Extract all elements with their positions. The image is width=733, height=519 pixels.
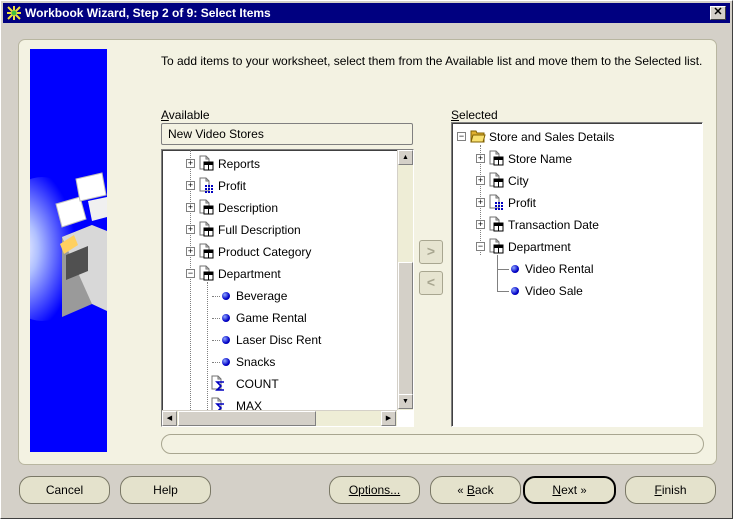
folder-table-icon — [488, 216, 504, 232]
scroll-left-icon[interactable]: ◀ — [162, 411, 177, 426]
tree-item-profit[interactable]: + Profit — [476, 194, 686, 212]
value-dot-icon — [511, 265, 519, 273]
folder-table-icon — [488, 238, 504, 254]
expand-icon[interactable]: + — [476, 176, 485, 185]
tree-item-transaction-date[interactable]: + Transaction Date — [476, 216, 686, 234]
remove-from-selected-button[interactable]: < — [419, 271, 443, 295]
tree-item-reports[interactable]: + Reports — [186, 155, 396, 173]
tree-item-beverage[interactable]: Beverage — [220, 287, 400, 305]
options-button[interactable]: Options... — [329, 476, 420, 504]
tree-connector — [212, 318, 220, 319]
folder-open-icon — [470, 128, 486, 144]
tree-item-product-category[interactable]: + Product Category — [186, 243, 396, 261]
window-title: Workbook Wizard, Step 2 of 9: Select Ite… — [25, 6, 271, 20]
folder-table-icon — [198, 155, 214, 171]
scroll-up-icon[interactable]: ▲ — [398, 150, 413, 165]
discoverer-app-icon — [6, 5, 22, 21]
tree-item-city[interactable]: + City — [476, 172, 686, 190]
wizard-side-graphic — [30, 49, 107, 452]
title-bar[interactable]: Workbook Wizard, Step 2 of 9: Select Ite… — [3, 3, 730, 23]
folder-table-icon — [198, 221, 214, 237]
chevron-right-icon: » — [580, 485, 587, 497]
tree-item-laser-disc-rent[interactable]: Laser Disc Rent — [220, 331, 400, 349]
value-dot-icon — [222, 358, 230, 366]
folder-table-icon — [198, 243, 214, 259]
chevron-left-icon: « — [457, 485, 464, 497]
expand-icon[interactable]: + — [186, 181, 195, 190]
tree-item-count[interactable]: COUNT — [210, 375, 390, 393]
folder-table-icon — [488, 150, 504, 166]
cancel-button[interactable]: Cancel — [19, 476, 110, 504]
expand-icon[interactable]: + — [186, 203, 195, 212]
tree-connector — [212, 296, 220, 297]
collapse-icon[interactable]: − — [457, 132, 466, 141]
tree-item-store-name[interactable]: + Store Name — [476, 150, 686, 168]
expand-icon[interactable]: + — [186, 247, 195, 256]
collapse-icon[interactable]: − — [186, 269, 195, 278]
tree-connector — [207, 282, 208, 412]
close-icon: ✕ — [713, 6, 723, 18]
expand-icon[interactable]: + — [186, 225, 195, 234]
tree-connector — [212, 362, 220, 363]
value-dot-icon — [222, 292, 230, 300]
collapse-icon[interactable]: − — [476, 242, 485, 251]
tree-item-game-rental[interactable]: Game Rental — [220, 309, 400, 327]
filing-cabinet-illustration-icon — [30, 49, 107, 452]
sigma-aggregate-icon — [210, 375, 226, 391]
vertical-scrollbar[interactable]: ▲ ▼ — [397, 150, 413, 410]
folder-table-icon — [198, 265, 214, 281]
next-button[interactable]: Next » — [523, 476, 616, 504]
help-button[interactable]: Help — [120, 476, 211, 504]
value-dot-icon — [222, 336, 230, 344]
wizard-window: Workbook Wizard, Step 2 of 9: Select Ite… — [0, 0, 733, 519]
scroll-thumb[interactable] — [178, 411, 316, 426]
selected-tree[interactable]: − Store and Sales Details + Store Name +… — [451, 122, 703, 427]
progress-bar — [161, 434, 704, 454]
available-tree[interactable]: + Reports + Profit + Description + Full … — [161, 149, 414, 427]
value-dot-icon — [511, 287, 519, 295]
scroll-down-icon[interactable]: ▼ — [398, 394, 413, 409]
folder-table-icon — [488, 172, 504, 188]
tree-item-department[interactable]: − Department — [186, 265, 396, 283]
folder-numeric-icon — [488, 194, 504, 210]
expand-icon[interactable]: + — [476, 198, 485, 207]
back-button[interactable]: « Back — [430, 476, 521, 504]
tree-item-snacks[interactable]: Snacks — [220, 353, 400, 371]
horizontal-scrollbar[interactable]: ◀ ▶ — [162, 410, 397, 426]
selected-label: Selected — [451, 108, 498, 122]
expand-icon[interactable]: + — [476, 220, 485, 229]
close-button[interactable]: ✕ — [710, 6, 726, 20]
tree-item-profit[interactable]: + Profit — [186, 177, 396, 195]
tree-item-video-rental[interactable]: Video Rental — [509, 260, 689, 278]
value-dot-icon — [222, 314, 230, 322]
tree-root-store-and-sales-details[interactable]: − Store and Sales Details — [457, 128, 697, 146]
add-to-selected-button[interactable]: > — [419, 240, 443, 264]
scroll-right-icon[interactable]: ▶ — [381, 411, 396, 426]
expand-icon[interactable]: + — [476, 154, 485, 163]
tree-item-video-sale[interactable]: Video Sale — [509, 282, 689, 300]
tree-item-full-description[interactable]: + Full Description — [186, 221, 396, 239]
tree-connector — [497, 255, 498, 291]
scroll-thumb[interactable] — [398, 262, 413, 406]
business-area-field[interactable]: New Video Stores — [161, 123, 413, 145]
tree-connector — [212, 340, 220, 341]
tree-connector — [497, 269, 509, 270]
instructions-text: To add items to your worksheet, select t… — [161, 54, 703, 68]
tree-connector — [497, 291, 509, 292]
expand-icon[interactable]: + — [186, 159, 195, 168]
tree-item-description[interactable]: + Description — [186, 199, 396, 217]
folder-table-icon — [198, 199, 214, 215]
folder-numeric-icon — [198, 177, 214, 193]
available-label: Available — [161, 108, 210, 122]
tree-item-department[interactable]: − Department — [476, 238, 686, 256]
finish-button[interactable]: Finish — [625, 476, 716, 504]
